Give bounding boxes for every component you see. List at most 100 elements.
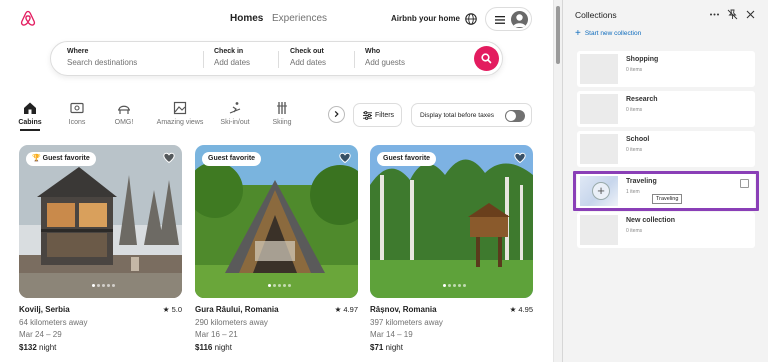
- listing-distance: 64 kilometers away: [19, 318, 88, 327]
- who-placeholder: Add guests: [365, 58, 406, 67]
- photo-dots: [442, 274, 467, 292]
- listing-rating: ★ 4.95: [509, 305, 533, 314]
- cabin-icon: [24, 102, 36, 114]
- collection-shopping[interactable]: Shopping 0 items: [577, 51, 755, 87]
- checkout-label: Check out: [290, 48, 324, 55]
- listing-card[interactable]: Guest favorite Gura Râului, Romania ★ 4.…: [195, 145, 358, 352]
- collection-count: 0 items: [626, 228, 643, 234]
- toggle-switch[interactable]: [505, 110, 525, 122]
- checkin-field[interactable]: Check in Add dates: [214, 48, 250, 67]
- category-fade: [300, 98, 328, 132]
- listing-photo[interactable]: 🏆 Guest favorite: [19, 145, 182, 298]
- search-icon: [481, 53, 492, 64]
- collection-count: 0 items: [626, 67, 643, 73]
- collection-count: 0 items: [626, 147, 643, 153]
- where-label: Where: [67, 48, 89, 55]
- listing-location: Râșnov, Romania: [370, 305, 437, 314]
- collection-name: Research: [626, 96, 658, 103]
- more-options-icon[interactable]: [709, 9, 720, 20]
- collection-name: School: [626, 136, 650, 143]
- nav-experiences[interactable]: Experiences: [272, 13, 327, 24]
- listing-photo[interactable]: Guest favorite: [195, 145, 358, 298]
- filters-label: Filters: [375, 112, 395, 119]
- ski-icon: [229, 102, 241, 114]
- toggle-knob: [506, 111, 516, 121]
- heart-icon[interactable]: [163, 152, 175, 164]
- listing-dates: Mar 16 – 21: [195, 330, 238, 339]
- listing-price: $116 night: [195, 343, 232, 352]
- nav-homes[interactable]: Homes: [230, 13, 263, 24]
- unpin-icon[interactable]: [727, 9, 738, 20]
- toggle-label: Display total before taxes: [420, 112, 495, 119]
- category-label: Amazing views: [156, 119, 204, 126]
- start-new-collection-link[interactable]: + Start new collection: [575, 28, 641, 39]
- filters-button[interactable]: Filters: [353, 103, 402, 127]
- checkin-label: Check in: [214, 48, 244, 55]
- collection-tooltip: Traveling: [652, 194, 683, 204]
- photo-dots: [91, 274, 116, 292]
- listing-distance: 397 kilometers away: [370, 318, 443, 327]
- who-label: Who: [365, 48, 381, 55]
- checkout-placeholder: Add dates: [290, 58, 327, 67]
- highlight-outline: [573, 171, 759, 211]
- heart-icon[interactable]: [339, 152, 351, 164]
- photo-dots: [267, 274, 292, 292]
- where-field[interactable]: Where Search destinations: [67, 48, 137, 67]
- collection-research[interactable]: Research 0 items: [577, 91, 755, 127]
- icons-icon: [70, 102, 84, 114]
- category-omg[interactable]: OMG!: [94, 101, 154, 126]
- listing-card[interactable]: 🏆 Guest favorite Kovilj, Serbia ★ 5.0 64…: [19, 145, 182, 352]
- menu-icon: [495, 16, 505, 24]
- omg-house-icon: [118, 105, 130, 114]
- collections-panel: Collections + Start new collection Shoppi…: [562, 0, 768, 362]
- where-placeholder: Search destinations: [67, 58, 138, 67]
- listing-location: Gura Râului, Romania: [195, 305, 279, 314]
- close-icon[interactable]: [745, 9, 756, 20]
- plus-icon: +: [575, 28, 581, 39]
- scrollbar-thumb[interactable]: [556, 6, 560, 64]
- checkin-placeholder: Add dates: [214, 58, 251, 67]
- category-next-button[interactable]: [328, 106, 345, 123]
- heart-icon[interactable]: [514, 152, 526, 164]
- collection-name: New collection: [626, 217, 676, 224]
- collection-thumbnail: [580, 54, 618, 84]
- divider: [278, 51, 279, 68]
- divider: [354, 51, 355, 68]
- page-scrollbar[interactable]: [553, 0, 562, 362]
- category-label: OMG!: [114, 119, 134, 126]
- panel-title: Collections: [575, 10, 617, 20]
- checkout-field[interactable]: Check out Add dates: [290, 48, 326, 67]
- listing-dates: Mar 14 – 19: [370, 330, 413, 339]
- listing-photo[interactable]: Guest favorite: [370, 145, 533, 298]
- active-underline: [20, 129, 40, 131]
- listing-rating: ★ 4.97: [334, 305, 358, 314]
- divider: [203, 51, 204, 68]
- search-bar: Where Search destinations Check in Add d…: [50, 41, 503, 76]
- profile-menu-button[interactable]: [485, 7, 532, 31]
- who-field[interactable]: Who Add guests: [365, 48, 405, 67]
- airbnb-logo-icon[interactable]: [18, 9, 38, 29]
- guest-favorite-badge: 🏆 Guest favorite: [26, 152, 96, 166]
- listing-card[interactable]: Guest favorite Râșnov, Romania ★ 4.95 39…: [370, 145, 533, 352]
- guest-favorite-badge: Guest favorite: [202, 152, 262, 166]
- listing-dates: Mar 24 – 29: [19, 330, 62, 339]
- listing-price: $132 night: [19, 343, 57, 352]
- collection-count: 0 items: [626, 107, 643, 113]
- guest-favorite-badge: Guest favorite: [377, 152, 437, 166]
- amazing-views-icon: [173, 101, 187, 115]
- filters-icon: [363, 111, 372, 120]
- host-link[interactable]: Airbnb your home: [391, 14, 460, 23]
- collection-name: Shopping: [626, 56, 659, 63]
- collection-new[interactable]: New collection 0 items: [577, 212, 755, 248]
- listing-price: $71 night: [370, 343, 403, 352]
- search-button[interactable]: [474, 46, 499, 71]
- category-amazing-views[interactable]: Amazing views: [150, 101, 210, 126]
- collection-school[interactable]: School 0 items: [577, 131, 755, 167]
- skiing-icon: [277, 102, 287, 114]
- globe-icon[interactable]: [464, 12, 478, 26]
- listing-rating: ★ 5.0: [162, 305, 182, 314]
- airbnb-page: Homes Experiences Airbnb your home Where…: [0, 0, 553, 362]
- collection-thumbnail: [580, 94, 618, 124]
- collection-thumbnail: [580, 134, 618, 164]
- total-before-taxes-toggle[interactable]: Display total before taxes: [411, 103, 532, 127]
